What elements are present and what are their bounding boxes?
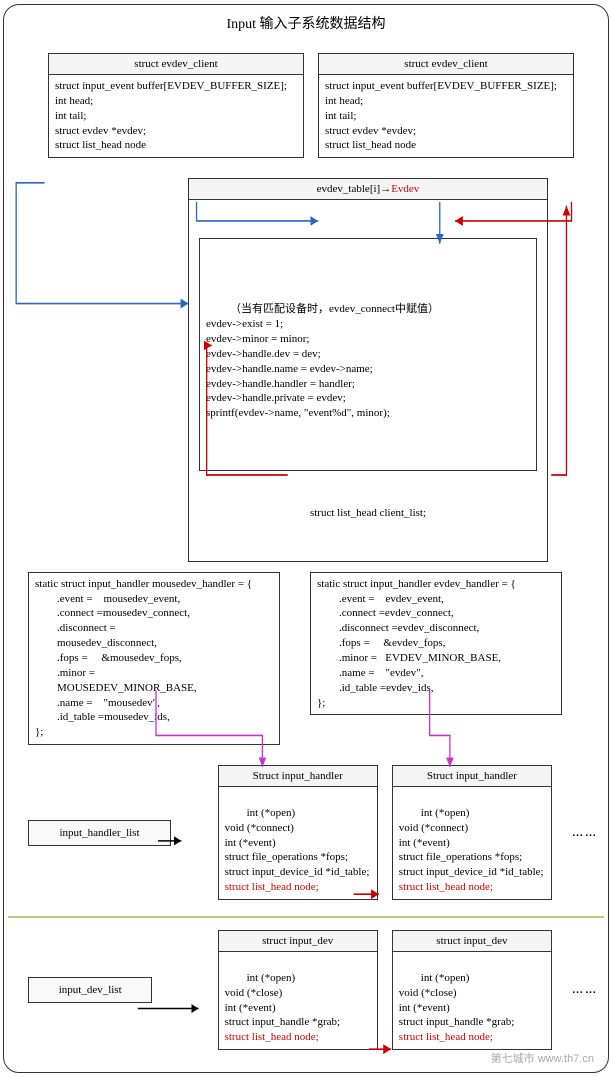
separator xyxy=(8,916,604,918)
input-handler-box-1: Struct input_handler int (*open) void (*… xyxy=(218,765,378,900)
evdev-table-footer: struct list_head client_list; xyxy=(199,504,537,523)
evdev-table-box: evdev_table[i]→Evdev （当有匹配设备时，evdev_conn… xyxy=(188,178,548,562)
input-handler-title-2: Struct input_handler xyxy=(393,766,551,787)
evdev-table-header-red: Evdev xyxy=(391,183,419,195)
evdev-client-right-body: struct input_event buffer[EVDEV_BUFFER_S… xyxy=(319,75,573,157)
input-handler-list-tag: input_handler_list xyxy=(28,820,171,846)
input-dev-body-2: int (*open) void (*close) int (*event) s… xyxy=(399,972,514,1029)
evdev-handler-body: static struct input_handler evdev_handle… xyxy=(311,573,561,715)
evdev-client-right-title: struct evdev_client xyxy=(319,54,573,75)
input-handler-body-2: int (*open) void (*connect) int (*event)… xyxy=(399,807,544,878)
evdev-client-left-body: struct input_event buffer[EVDEV_BUFFER_S… xyxy=(49,75,303,157)
evdev-client-left: struct evdev_client struct input_event b… xyxy=(48,53,304,158)
input-dev-title-1: struct input_dev xyxy=(219,931,377,952)
diagram-page: Input 输入子系统数据结构 struct evdev_client stru… xyxy=(3,4,609,1073)
evdev-table-header: evdev_table[i]→Evdev xyxy=(189,179,547,200)
input-dev-title-2: struct input_dev xyxy=(393,931,551,952)
watermark: 第七城市 www.th7.cn xyxy=(491,1050,594,1066)
evdev-table-body: evdev->exist = 1; evdev->minor = minor; … xyxy=(206,318,390,419)
evdev-handler-box: static struct input_handler evdev_handle… xyxy=(310,572,562,716)
evdev-table-note: （当有匹配设备时，evdev_connect中赋值） xyxy=(206,302,530,317)
ellipsis-1: …… xyxy=(572,827,598,839)
mousedev-handler-box: static struct input_handler mousedev_han… xyxy=(28,572,280,745)
evdev-client-right: struct evdev_client struct input_event b… xyxy=(318,53,574,158)
input-dev-node-2: struct list_head node; xyxy=(399,1031,493,1043)
evdev-table-header-pre: evdev_table[i]→ xyxy=(317,183,392,195)
input-handler-body-1: int (*open) void (*connect) int (*event)… xyxy=(225,807,370,878)
evdev-table-inner: （当有匹配设备时，evdev_connect中赋值）evdev->exist =… xyxy=(200,269,536,440)
input-dev-list-tag: input_dev_list xyxy=(28,977,152,1003)
input-handler-title-1: Struct input_handler xyxy=(219,766,377,787)
ellipsis-2: …… xyxy=(572,984,598,996)
page-title: Input 输入子系统数据结构 xyxy=(8,13,604,33)
input-handler-node-2: struct list_head node; xyxy=(399,881,493,893)
input-handler-node-1: struct list_head node; xyxy=(225,881,319,893)
input-dev-box-2: struct input_dev int (*open) void (*clos… xyxy=(392,930,552,1050)
mousedev-handler-body: static struct input_handler mousedev_han… xyxy=(29,573,279,744)
input-dev-node-1: struct list_head node; xyxy=(225,1031,319,1043)
input-dev-body-1: int (*open) void (*close) int (*event) s… xyxy=(225,972,340,1029)
input-handler-box-2: Struct input_handler int (*open) void (*… xyxy=(392,765,552,900)
evdev-client-left-title: struct evdev_client xyxy=(49,54,303,75)
input-dev-box-1: struct input_dev int (*open) void (*clos… xyxy=(218,930,378,1050)
